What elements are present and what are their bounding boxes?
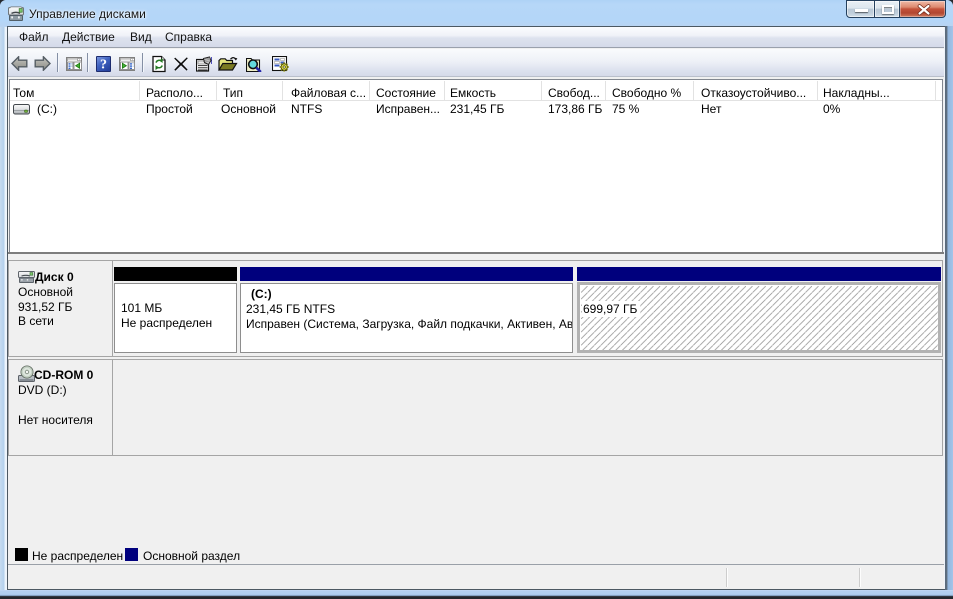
svg-text:?: ? [100,58,107,73]
